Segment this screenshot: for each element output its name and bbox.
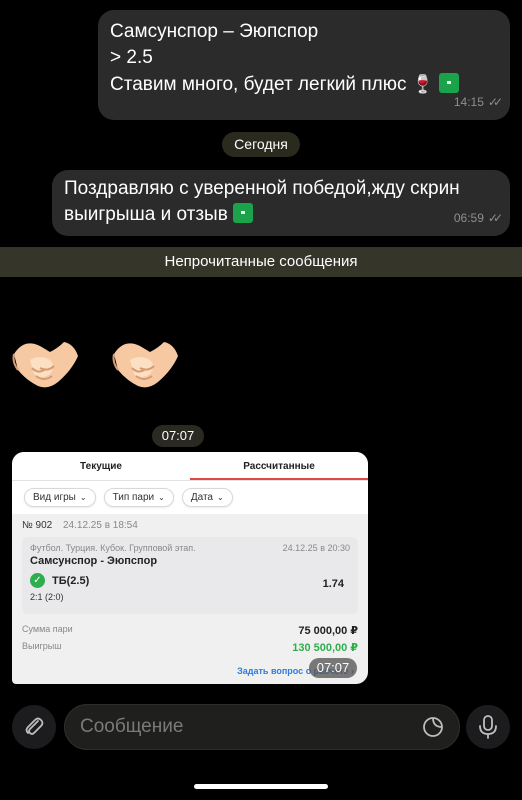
pick-label: ТБ(2.5): [52, 574, 90, 587]
paperclip-icon: [25, 717, 44, 735]
check-icon: ✓: [30, 573, 45, 588]
filter-date: Дата ⌄: [181, 488, 233, 507]
filter-label: Вид игры: [33, 492, 76, 503]
read-checkmarks-icon: ✓✓: [487, 95, 503, 109]
image-time: 07:07: [309, 658, 357, 678]
message-time: 14:15: [453, 95, 484, 109]
message-time: 06:59: [453, 211, 484, 225]
microphone-icon: [479, 715, 497, 739]
read-checkmarks-icon: ✓✓: [487, 211, 503, 225]
event-pick: ✓ ТБ(2.5): [30, 573, 350, 588]
tab-current: Текущие: [80, 461, 122, 472]
chevron-down-icon: ⌄: [217, 493, 224, 502]
stake-value: 75 000,00 ₽: [298, 625, 358, 637]
message-meta: 14:15 ✓✓: [453, 89, 503, 115]
filter-label: Дата: [190, 492, 213, 503]
attach-button[interactable]: [12, 705, 56, 749]
ticket-date: 24.12.25 в 18:54: [62, 520, 138, 531]
message-text: Поздравляю с уверенной победой,жду скрин…: [64, 178, 460, 225]
win-label: Выигрыш: [22, 641, 62, 651]
event-date: 24.12.25 в 20:30: [282, 543, 350, 553]
sticker-time: 07:07: [152, 425, 204, 447]
ticket-header: № 902 24.12.25 в 18:54: [12, 514, 368, 531]
message-bubble-1[interactable]: Самсунспор – Эюпспор > 2.5 Ставим много,…: [98, 10, 510, 120]
unread-messages-divider: Непрочитанные сообщения: [0, 247, 522, 277]
filter-label: Тип пари: [112, 492, 155, 503]
home-indicator: [194, 784, 328, 789]
chevron-down-icon: ⌄: [79, 493, 87, 502]
event-card: Футбол. Турция. Кубок. Групповой этап. 2…: [22, 537, 358, 614]
green-square-emoji-icon: [233, 203, 254, 223]
filter-bet-type: Тип пари ⌄: [103, 488, 174, 507]
win-row: Выигрыш 130 500,00 ₽: [12, 641, 368, 654]
bet-screenshot-image[interactable]: Текущие Рассчитанные Вид игры ⌄ Тип пари ⌄…: [12, 452, 368, 684]
message-bubble-2[interactable]: Поздравляю с уверенной победой,жду скрин…: [52, 170, 510, 236]
event-odd: 1.74: [322, 578, 344, 590]
message-meta: 06:59 ✓✓: [453, 205, 503, 231]
microphone-button[interactable]: [466, 705, 510, 749]
sticker-icon[interactable]: [422, 716, 444, 738]
stake-row: Сумма пари 75 000,00 ₽: [12, 624, 368, 637]
handshake-sticker-icon[interactable]: [10, 330, 80, 394]
filter-game-type: Вид игры ⌄: [24, 488, 96, 507]
chevron-down-icon: ⌄: [158, 493, 165, 502]
event-teams: Самсунспор - Эюпспор: [30, 555, 158, 567]
ticket-number: № 902: [22, 520, 53, 531]
message-text: Самсунспор – Эюпспор > 2.5 Ставим много,…: [110, 21, 407, 95]
wine-glass-icon: 🍷: [411, 74, 435, 94]
event-score: 2:1 (2:0): [30, 592, 64, 602]
date-divider: Сегодня: [222, 132, 300, 157]
bet-filters: Вид игры ⌄ Тип пари ⌄ Дата ⌄: [12, 481, 368, 514]
stake-label: Сумма пари: [22, 624, 73, 634]
win-value: 130 500,00 ₽: [292, 642, 358, 654]
bet-tabs: Текущие Рассчитанные: [12, 452, 368, 481]
tab-settled: Рассчитанные: [190, 452, 368, 480]
handshake-sticker-icon[interactable]: [110, 330, 180, 394]
message-input[interactable]: [64, 704, 460, 750]
